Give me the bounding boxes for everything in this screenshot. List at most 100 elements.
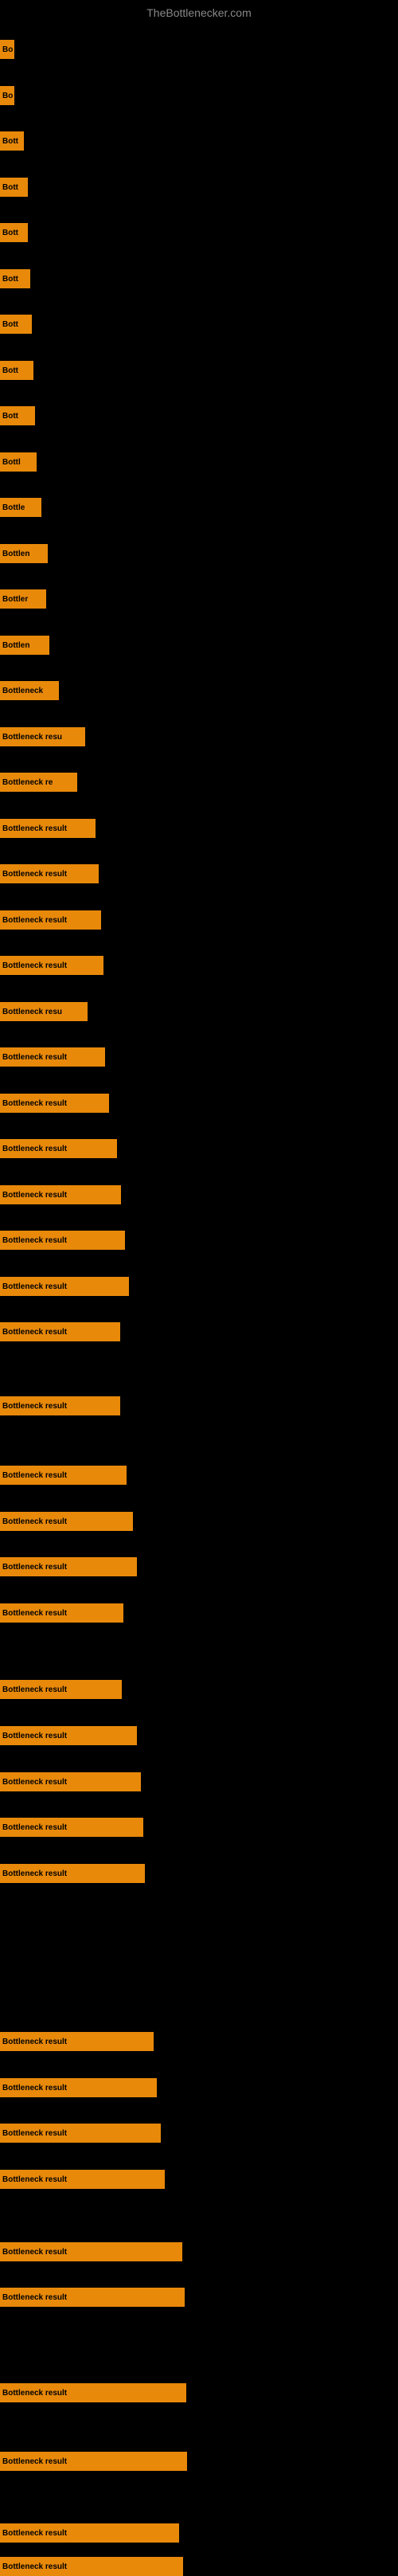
bar-row: Bottleneck result [0,2032,154,2051]
bar: Bottleneck result [0,910,101,930]
bar-label: Bottle [2,503,25,512]
bar-row: Bottler [0,589,46,609]
bar-row: Bottleneck result [0,1047,105,1067]
bar-label: Bottleneck result [2,824,67,833]
bar-row: Bott [0,223,28,242]
bar-label: Bottler [2,595,28,604]
bar: Bottleneck result [0,2124,161,2143]
bar-label: Bottleneck result [2,1778,67,1787]
bar-label: Bottleneck result [2,2175,67,2184]
bar-label: Bottleneck result [2,1732,67,1740]
bar-row: Bottleneck result [0,1772,141,1791]
bar: Bottleneck result [0,2557,183,2576]
bar-label: Bottleneck result [2,1402,67,1411]
bar-row: Bottleneck result [0,1396,120,1415]
bar: Bottleneck result [0,864,99,883]
bar-label: Bottleneck result [2,1869,67,1878]
bar-row: Bottleneck re [0,773,77,792]
bar: Bottleneck result [0,2383,186,2402]
bar-label: Bottleneck result [2,2129,67,2138]
bar-label: Bo [2,92,13,100]
bar-row: Bottleneck result [0,2288,185,2307]
bar: Bottleneck result [0,1466,127,1485]
bar: Bott [0,361,33,380]
bar-label: Bottleneck result [2,1328,67,1337]
bar: Bottleneck [0,681,59,700]
bar-row: Bottleneck result [0,1512,133,1531]
bar-label: Bottleneck result [2,2038,67,2046]
bar-label: Bottleneck result [2,1471,67,1480]
bar-label: Bott [2,320,18,329]
bar-row: Bottleneck result [0,2078,157,2097]
bar: Bottleneck result [0,956,103,975]
bar-label: Bottleneck result [2,870,67,879]
bar-label: Bottleneck result [2,1191,67,1200]
bar: Bottleneck result [0,1818,143,1837]
bar: Bottleneck result [0,2170,165,2189]
bar-label: Bottleneck result [2,1517,67,1526]
bar: Bottleneck result [0,1864,145,1883]
bar-row: Bottleneck result [0,2383,186,2402]
bar-row: Bottl [0,452,37,472]
bar: Bottleneck result [0,1680,122,1699]
bar-row: Bottleneck result [0,1726,137,1745]
bar: Bottleneck result [0,2242,182,2261]
bar: Bottleneck re [0,773,77,792]
bar-label: Bottleneck result [2,2457,67,2466]
bar-label: Bottleneck result [2,1145,67,1153]
bar-row: Bo [0,40,14,59]
bar-row: Bottleneck result [0,2124,161,2143]
bar-row: Bottleneck result [0,1603,123,1623]
bar-label: Bott [2,137,18,146]
bar-row: Bott [0,406,35,425]
bar: Bottleneck result [0,1772,141,1791]
bar-row: Bottleneck result [0,2452,187,2471]
bar: Bottleneck result [0,1185,121,1204]
bar-label: Bott [2,275,18,284]
bar: Bottleneck result [0,2078,157,2097]
bar-row: Bottleneck result [0,1231,125,1250]
bar-row: Bottlen [0,636,49,655]
bar-label: Bottleneck result [2,1099,67,1108]
bar-label: Bottleneck result [2,2529,67,2538]
bar-row: Bott [0,131,24,151]
bar: Bott [0,223,28,242]
bar-row: Bott [0,269,30,288]
bar: Bottleneck result [0,1322,120,1341]
bar-row: Bottleneck result [0,2170,165,2189]
bar-label: Bottleneck result [2,2248,67,2257]
bar: Bottleneck result [0,1047,105,1067]
bar: Bottlen [0,636,49,655]
bar-label: Bottleneck resu [2,733,62,742]
bar: Bottleneck result [0,1139,117,1158]
bar-row: Bottleneck resu [0,1002,88,1021]
bar: Bottleneck result [0,2452,187,2471]
bar: Bo [0,86,14,105]
bar-row: Bottleneck [0,681,59,700]
bar: Bottleneck result [0,1603,123,1623]
bar-row: Bottleneck resu [0,727,85,746]
bar-label: Bott [2,183,18,192]
bar-label: Bottleneck result [2,2084,67,2093]
bar-label: Bottlen [2,641,29,650]
bar-label: Bottleneck result [2,1685,67,1694]
bar-row: Bottleneck result [0,1277,129,1296]
bar-row: Bo [0,86,14,105]
bar-label: Bottl [2,458,21,467]
bar-label: Bottleneck result [2,2389,67,2398]
bar: Bott [0,406,35,425]
bar-row: Bottleneck result [0,2523,179,2543]
bar-row: Bottleneck result [0,1818,143,1837]
bar: Bottleneck result [0,1094,109,1113]
bar-row: Bottleneck result [0,2242,182,2261]
bar: Bottleneck resu [0,1002,88,1021]
bar: Bottleneck result [0,1231,125,1250]
bar-label: Bottleneck result [2,1282,67,1291]
bar-row: Bottlen [0,544,48,563]
bar-label: Bottleneck result [2,961,67,970]
bar-label: Bottleneck result [2,2562,67,2571]
bar: Bott [0,131,24,151]
bar: Bottleneck result [0,1557,137,1576]
bar: Bottleneck result [0,1512,133,1531]
bar-label: Bottleneck result [2,916,67,925]
